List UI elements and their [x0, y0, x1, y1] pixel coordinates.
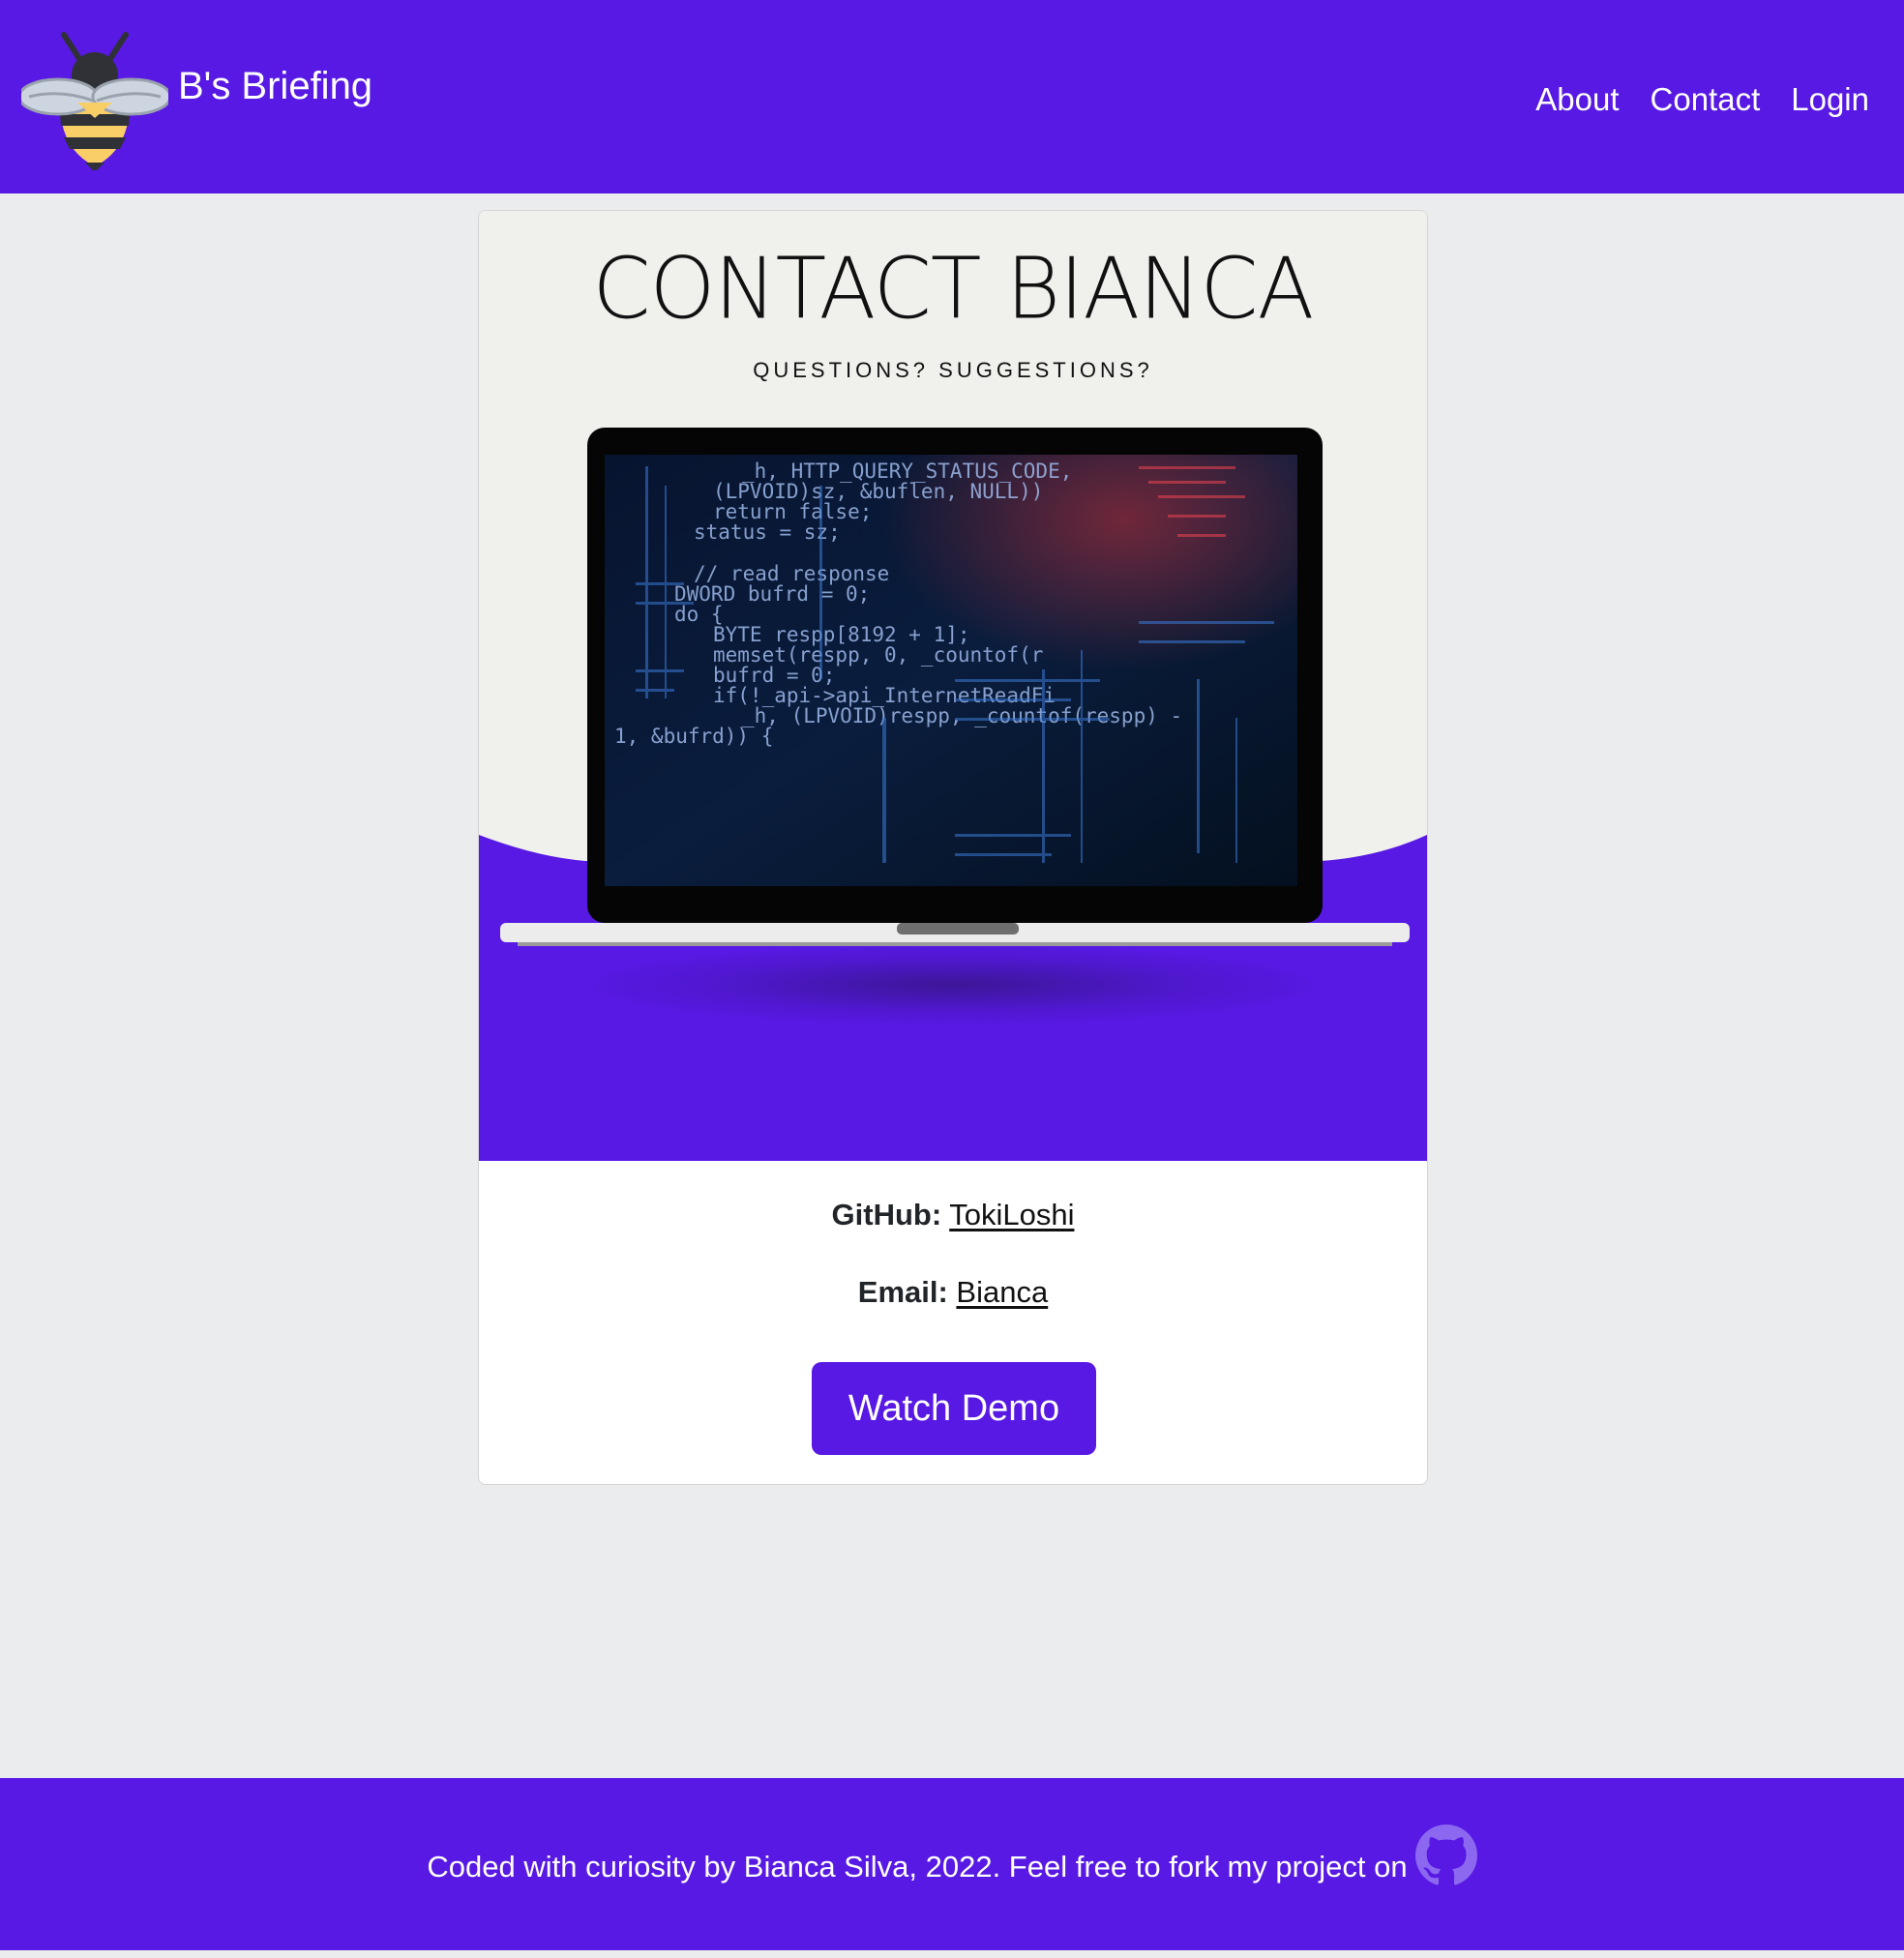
footer-text: Coded with curiosity by Bianca Silva, 20… [427, 1850, 1408, 1884]
email-label: Email: [857, 1275, 948, 1309]
nav-links: About Contact Login [1535, 81, 1869, 118]
laptop-code-image: _h, HTTP_QUERY_STATUS_CODE, (LPVOID)sz, … [500, 428, 1410, 946]
github-line: GitHub: TokiLoshi [479, 1198, 1427, 1232]
code-line: _h, (LPVOID)respp, _countof(respp) - [742, 704, 1182, 727]
navbar: B's Briefing About Contact Login [0, 0, 1904, 193]
nav-link-contact[interactable]: Contact [1651, 81, 1761, 118]
email-link[interactable]: Bianca [956, 1275, 1048, 1309]
footer: Coded with curiosity by Bianca Silva, 20… [0, 1778, 1904, 1950]
hero-subtitle: QUESTIONS? SUGGESTIONS? [753, 358, 1153, 382]
watch-demo-button[interactable]: Watch Demo [812, 1362, 1096, 1455]
github-repo-link[interactable] [1414, 1824, 1477, 1886]
email-line: Email: Bianca [479, 1275, 1427, 1310]
hero-title: CONTACT BIANCA [592, 240, 1315, 339]
footer-content: Coded with curiosity by Bianca Silva, 20… [0, 1824, 1904, 1886]
github-profile-link[interactable]: TokiLoshi [949, 1198, 1074, 1231]
brand-name: B's Briefing [178, 64, 373, 107]
github-icon [1414, 1824, 1477, 1885]
code-line: status = sz; [694, 520, 841, 544]
contact-card: CONTACT BIANCA QUESTIONS? SUGGESTIONS? _… [478, 210, 1428, 1485]
laptop-shadow [595, 946, 1311, 1024]
nav-link-about[interactable]: About [1535, 81, 1619, 118]
github-label: GitHub: [831, 1198, 942, 1231]
brand-link[interactable]: B's Briefing [21, 25, 372, 170]
code-line: 1, &bufrd)) { [614, 725, 773, 748]
bee-icon [21, 32, 168, 170]
hero-banner: CONTACT BIANCA QUESTIONS? SUGGESTIONS? _… [479, 211, 1427, 1161]
nav-link-login[interactable]: Login [1791, 81, 1869, 118]
contact-info: GitHub: TokiLoshi Email: Bianca Watch De… [479, 1161, 1427, 1484]
